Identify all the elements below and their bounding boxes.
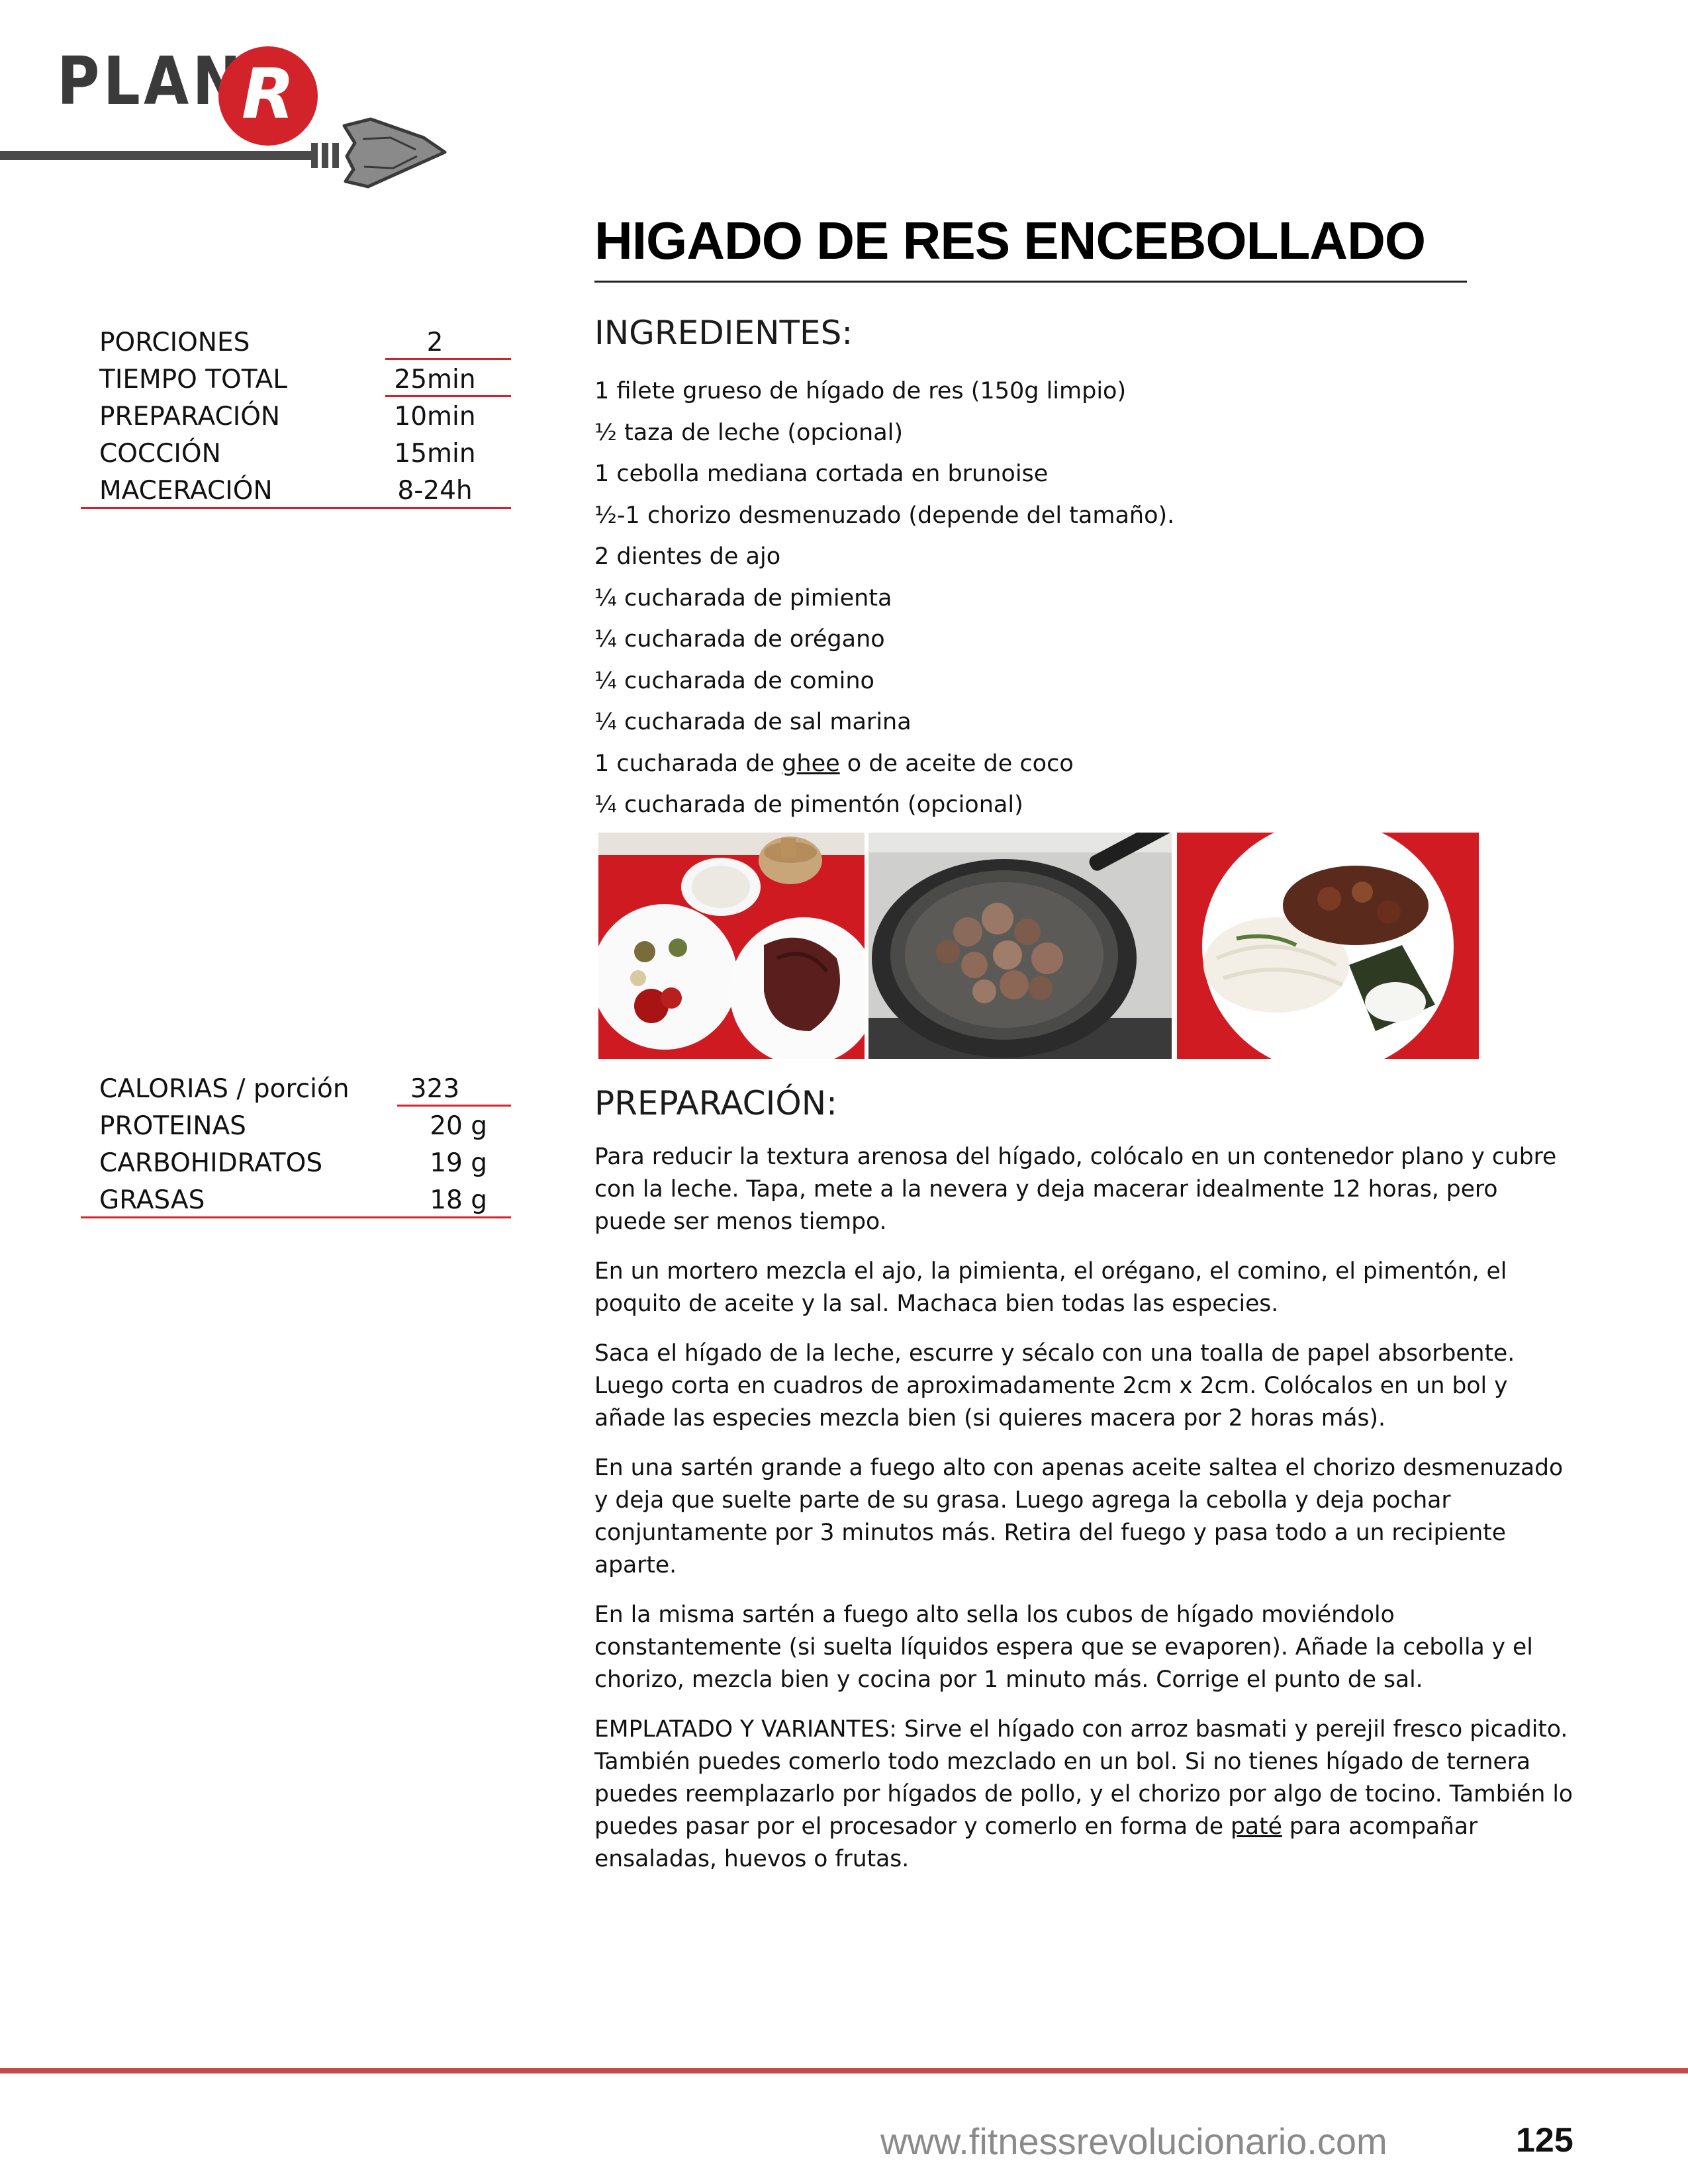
table-row: COCCIÓN 15min [81, 434, 511, 471]
row-value: 2 [426, 328, 444, 357]
row-value: 18 g [430, 1185, 487, 1215]
list-item: ¼ cucharada de sal marina [594, 709, 912, 735]
arrowhead-icon [0, 117, 447, 189]
list-item: 2 dientes de ajo [594, 543, 781, 570]
plating-paragraph: EMPLATADO Y VARIANTES: Sirve el hígado c… [594, 1713, 1574, 1876]
table-row: PREPARACIÓN 10min [81, 397, 511, 434]
plan-r-logo: PLAN R [0, 0, 463, 199]
list-item: ¼ cucharada de pimienta [594, 584, 892, 612]
row-label: COCCIÓN [99, 439, 221, 469]
ingredients-photo [598, 833, 865, 1059]
table-row: CALORIAS / porción 323 [81, 1069, 511, 1107]
list-item: 1 filete grueso de hígado de res (150g l… [594, 378, 1127, 404]
row-value: 15min [394, 439, 476, 469]
pan-photo [868, 833, 1172, 1059]
step-paragraph: Saca el hígado de la leche, escurre y sé… [594, 1340, 1515, 1432]
list-item: ½ taza de leche (opcional) [594, 419, 904, 446]
row-label: PORCIONES [99, 328, 250, 357]
list-item: ¼ cucharada de pimentón (opcional) [594, 792, 1023, 818]
list-item: ¼ cucharada de comino [594, 667, 874, 694]
row-value: 8-24h [397, 476, 473, 506]
plated-dish-photo [1177, 833, 1479, 1059]
list-item: 1 cebolla mediana cortada en brunoise [594, 461, 1049, 487]
step-paragraph: Para reducir la textura arenosa del híga… [594, 1144, 1557, 1235]
row-label: TIEMPO TOTAL [99, 365, 287, 394]
row-label: CALORIAS / porción [99, 1074, 350, 1104]
list-item: ½-1 chorizo desmenuzado (depende del tam… [594, 502, 1175, 529]
row-label: MACERACIÓN [99, 476, 273, 506]
list-item: ¼ cucharada de orégano [594, 626, 885, 653]
row-value: 20 g [430, 1111, 487, 1141]
logo-word: PLAN [57, 42, 245, 120]
step-paragraph: En la misma sartén a fuego alto sella lo… [594, 1602, 1533, 1693]
row-label: PROTEINAS [99, 1111, 246, 1141]
table-row: PROTEINAS 20 g [81, 1107, 511, 1144]
table-bottom-rule [81, 1216, 511, 1218]
table-row: CARBOHIDRATOS 19 g [81, 1144, 511, 1181]
title-underline [594, 281, 1467, 283]
item-text: 1 cucharada de [594, 750, 782, 777]
row-value: 10min [394, 402, 476, 432]
recipe-title: HIGADO DE RES ENCEBOLLADO [594, 211, 1426, 270]
table-row: TIEMPO TOTAL 25min [81, 360, 511, 397]
list-item: 1 cucharada de ghee o de aceite de coco [594, 743, 1174, 785]
footer-divider [0, 2068, 1688, 2073]
ingredients-heading: INGREDIENTES: [594, 314, 853, 352]
row-label: PREPARACIÓN [99, 402, 281, 432]
ingredients-list: 1 filete grueso de hígado de res (150g l… [594, 371, 1174, 826]
table-row: GRASAS 18 g [81, 1181, 511, 1218]
footer-url-link[interactable]: www.fitnessrevolucionario.com [880, 2120, 1387, 2163]
pate-link[interactable]: paté [1231, 1813, 1282, 1840]
row-value: 323 [410, 1074, 460, 1104]
page-number: 125 [1516, 2121, 1573, 2160]
step-paragraph: En un mortero mezcla el ajo, la pimienta… [594, 1258, 1507, 1317]
row-value: 25min [394, 365, 476, 394]
table-row: MACERACIÓN 8-24h [81, 471, 511, 508]
step-paragraph: En una sartén grande a fuego alto con ap… [594, 1455, 1564, 1578]
row-label: CARBOHIDRATOS [99, 1148, 323, 1178]
table-bottom-rule [81, 507, 511, 509]
nutrition-table: CALORIAS / porción 323 PROTEINAS 20 g CA… [81, 1069, 511, 1218]
table-row: PORCIONES 2 [81, 323, 511, 360]
preparation-steps: Para reducir la textura arenosa del híga… [594, 1141, 1574, 1893]
preparation-heading: PREPARACIÓN: [594, 1084, 837, 1122]
item-text: o de aceite de coco [839, 750, 1074, 777]
time-table: PORCIONES 2 TIEMPO TOTAL 25min PREPARACI… [81, 323, 511, 509]
ghee-link[interactable]: ghee [782, 751, 839, 777]
row-label: GRASAS [99, 1185, 205, 1215]
row-value: 19 g [430, 1148, 487, 1178]
